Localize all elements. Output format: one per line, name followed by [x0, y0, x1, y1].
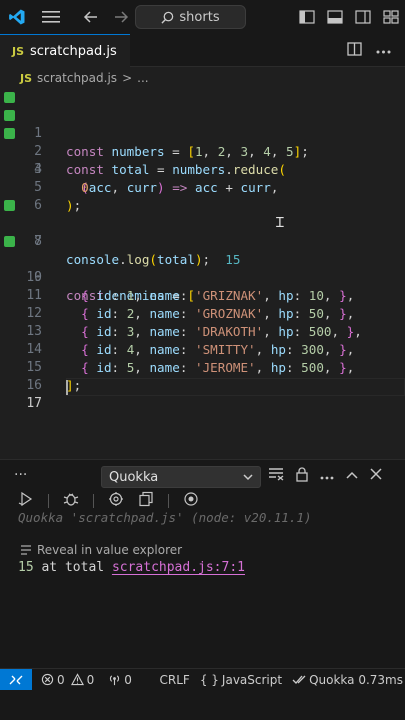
code-line: 3 (acc, curr) => acc + curr,	[0, 125, 405, 195]
reveal-in-value-explorer[interactable]: Reveal in value explorer	[20, 543, 182, 557]
code-line: 10 { id: 1, name: 'GRIZNAK', hp: 10, },	[0, 251, 405, 303]
code-line: 12 { id: 3, name: 'DRAKOTH', hp: 500, },	[0, 287, 405, 339]
output-result-line: 15 at total scratchpad.js:7:1	[18, 560, 245, 575]
window-bottom-area	[0, 690, 405, 720]
braces-icon: { }	[199, 672, 219, 687]
output-channel-value: Quokka	[109, 469, 159, 485]
gutter-added-marker	[4, 110, 15, 121]
code-line: 1 const numbers = [1, 2, 3, 4, 5];	[0, 89, 405, 159]
toggle-panel-icon[interactable]	[321, 0, 349, 34]
js-file-icon: JS	[12, 44, 25, 58]
quokka-timing: Quokka 0.73ms	[309, 672, 403, 687]
code-line: 4 0	[0, 143, 405, 195]
tab-label: scratchpad.js	[30, 43, 117, 59]
coverage-icon[interactable]	[108, 491, 124, 511]
customize-layout-icon[interactable]	[377, 0, 405, 34]
code-line: 5 );	[0, 161, 405, 213]
code-line: 17	[0, 377, 405, 411]
code-line: 6	[0, 179, 405, 213]
result-source-link[interactable]: scratchpad.js:7:1	[112, 560, 245, 575]
status-bar: 0 0 0 CRLF { } JavaScript Quokka 0.73ms	[0, 668, 405, 691]
code-line: 2 const total = numbers.reduce(	[0, 107, 405, 177]
output-channel-select[interactable]: Quokka	[101, 466, 261, 488]
chevron-down-icon	[242, 469, 254, 489]
error-count: 0	[57, 672, 65, 687]
code-line: 9 const enemies = [	[0, 233, 405, 303]
close-panel-icon[interactable]	[370, 468, 382, 484]
js-file-icon: JS	[20, 71, 33, 85]
breadcrumb-symbol[interactable]: ...	[137, 71, 148, 85]
run-icon[interactable]	[18, 491, 34, 511]
panel-more-actions-icon[interactable]	[320, 469, 334, 484]
reveal-label: Reveal in value explorer	[37, 543, 183, 557]
problems-indicator[interactable]: 0 0	[36, 673, 99, 687]
remote-indicator-icon[interactable]	[0, 668, 32, 691]
stop-icon[interactable]	[183, 491, 199, 511]
clear-output-icon[interactable]	[268, 467, 284, 485]
value-explorer-icon	[21, 545, 31, 555]
code-line: 7 console.log(total); 15	[0, 197, 405, 267]
code-line: 11 { id: 2, name: 'GROZNAK', hp: 50, },	[0, 269, 405, 321]
quokka-indicator[interactable]: Quokka 0.73ms	[287, 673, 405, 687]
code-line: 16	[0, 359, 405, 393]
code-editor[interactable]: 1 const numbers = [1, 2, 3, 4, 5]; 2 con…	[0, 89, 405, 459]
debug-icon[interactable]	[63, 491, 79, 511]
breadcrumb: JS scratchpad.js > ...	[0, 67, 405, 89]
gutter-added-marker	[4, 128, 15, 139]
warning-count: 0	[86, 672, 95, 687]
line-number: 17	[26, 396, 42, 411]
menu-icon[interactable]	[34, 0, 68, 34]
panel-more-icon[interactable]: ···	[14, 467, 27, 483]
tab-bar: JS scratchpad.js	[0, 34, 405, 67]
breadcrumb-separator: >	[122, 71, 133, 85]
toggle-secondary-sidebar-icon[interactable]	[349, 0, 377, 34]
back-arrow-icon[interactable]	[74, 0, 108, 34]
more-actions-icon[interactable]	[376, 43, 391, 58]
title-bar: shorts	[0, 0, 405, 34]
copy-icon[interactable]	[138, 491, 154, 511]
tab-scratchpad[interactable]: JS scratchpad.js	[0, 34, 130, 67]
ibeam-cursor-icon: Ɪ	[276, 215, 284, 231]
search-text: shorts	[179, 9, 220, 25]
breadcrumb-file[interactable]: scratchpad.js	[37, 71, 117, 85]
code-line: 8	[0, 215, 405, 249]
search-icon	[161, 11, 174, 24]
text-cursor	[66, 380, 68, 395]
maximize-panel-icon[interactable]	[345, 469, 359, 484]
broadcast-icon	[110, 675, 120, 686]
ports-count: 0	[124, 672, 132, 687]
command-center-search[interactable]: shorts	[135, 5, 246, 29]
code-line: 14 { id: 5, name: 'JEROME', hp: 500, },	[0, 323, 405, 375]
split-editor-icon[interactable]	[347, 41, 362, 60]
ports-indicator[interactable]: 0	[103, 673, 137, 687]
gutter-added-marker	[4, 92, 15, 103]
quokka-status-line: Quokka 'scratchpad.js' (node: v20.11.1)	[18, 510, 312, 525]
output-panel: ··· Quokka Quokka 'scratchpad.js' (node:…	[0, 459, 405, 668]
gutter-added-marker	[4, 200, 15, 211]
language-label: JavaScript	[221, 672, 283, 687]
toggle-sidebar-icon[interactable]	[293, 0, 321, 34]
vscode-logo-icon	[0, 0, 34, 34]
code-line: 15 ];	[0, 341, 405, 393]
code-line: 13 { id: 4, name: 'SMITTY', hp: 300, },	[0, 305, 405, 357]
error-icon	[41, 673, 54, 686]
check-double-icon	[292, 675, 306, 684]
result-text: at total	[41, 560, 105, 575]
forward-arrow-icon[interactable]	[108, 0, 134, 34]
warning-icon	[70, 673, 84, 686]
lock-icon[interactable]	[295, 466, 309, 486]
result-value: 15	[18, 560, 34, 575]
gutter-added-marker	[4, 236, 15, 247]
language-mode[interactable]: { } JavaScript	[195, 673, 287, 687]
eol-indicator[interactable]: CRLF	[155, 673, 195, 687]
